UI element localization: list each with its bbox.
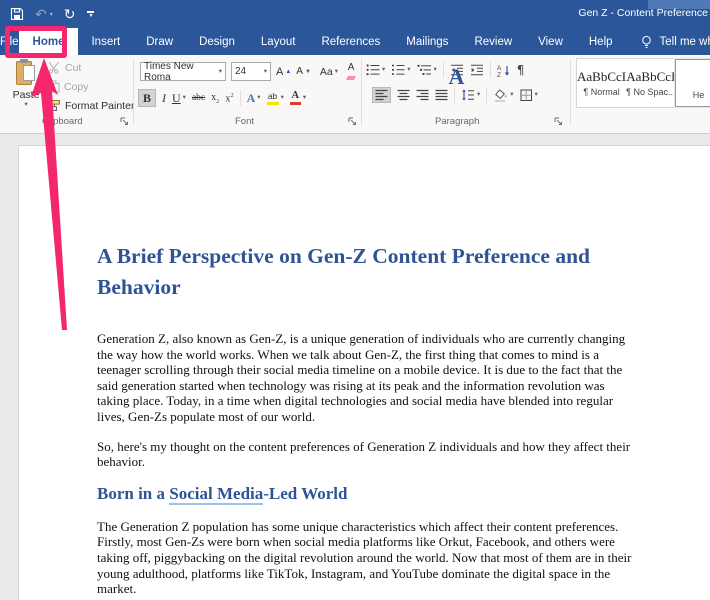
redo-icon[interactable]: ↻ — [64, 5, 76, 23]
shrink-font-button[interactable]: A▼ — [296, 66, 311, 77]
quick-access-toolbar: ↶ ▾ ↻ ▾ — [10, 4, 95, 24]
clipboard-dialog-launcher-icon[interactable] — [120, 117, 129, 126]
customize-qat-icon[interactable]: ▾ — [86, 11, 95, 18]
document-paragraph-2[interactable]: So, here's my thought on the content pre… — [97, 439, 632, 470]
tab-references[interactable]: References — [308, 28, 393, 55]
grow-font-button[interactable]: A▲ — [276, 66, 291, 78]
bold-button[interactable]: B — [138, 89, 156, 107]
document-text: A Brief Perspective on Gen-Z Content Pre… — [97, 241, 632, 597]
font-size-combobox[interactable]: 24 ▾ — [231, 62, 271, 81]
font-size-dropdown-icon[interactable]: ▾ — [264, 68, 267, 76]
document-heading-1[interactable]: A Brief Perspective on Gen-Z Content Pre… — [97, 241, 597, 303]
document-heading-2[interactable]: Born in a Social Media-Led World — [97, 483, 632, 504]
scissors-icon — [48, 61, 61, 74]
format-painter-button[interactable]: Format Painter — [48, 99, 134, 112]
shading-button[interactable]: ▾ — [493, 89, 513, 102]
multilevel-list-button[interactable]: ▾ — [417, 64, 437, 76]
underline-button[interactable]: U ▾ — [172, 91, 186, 106]
tab-design[interactable]: Design — [186, 28, 248, 55]
subscript-button[interactable]: x2 — [211, 92, 219, 105]
font-name-combobox[interactable]: Times New Roma ▾ — [140, 62, 226, 81]
strikethrough-button[interactable]: abc — [192, 93, 205, 103]
title-bar: ↶ ▾ ↻ ▾ Gen Z - Content Preference — [0, 0, 710, 28]
copy-label: Copy — [64, 81, 89, 93]
document-page[interactable]: A Brief Perspective on Gen-Z Content Pre… — [18, 145, 710, 600]
lightbulb-icon — [640, 35, 653, 49]
clear-formatting-button[interactable]: A — [347, 63, 355, 80]
styles-gallery: AaBbCcI ¶ Normal AaBbCcI ¶ No Spac... A … — [576, 58, 710, 108]
cut-button[interactable]: Cut — [48, 61, 81, 74]
line-spacing-button[interactable]: ▾ — [461, 89, 480, 101]
annotation-highlight-box — [5, 26, 67, 58]
paragraph-dialog-launcher-icon[interactable] — [554, 117, 563, 126]
tab-layout[interactable]: Layout — [248, 28, 309, 55]
cut-label: Cut — [65, 62, 81, 74]
paragraph-group-label: Paragraph — [435, 116, 479, 127]
document-paragraph-1[interactable]: Generation Z, also known as Gen-Z, is a … — [97, 331, 632, 425]
font-dialog-launcher-icon[interactable] — [348, 117, 357, 126]
numbering-button[interactable]: ▾ — [391, 64, 410, 76]
copy-icon — [48, 80, 60, 93]
copy-button[interactable]: Copy — [48, 80, 89, 93]
tell-me-text: Tell me what you want to d — [660, 36, 710, 48]
font-color-button[interactable]: A ▾ — [290, 91, 306, 106]
tab-review[interactable]: Review — [461, 28, 525, 55]
align-left-button[interactable] — [372, 87, 391, 103]
undo-icon[interactable]: ↶ — [35, 5, 47, 23]
document-paragraph-3[interactable]: The Generation Z population has some uni… — [97, 519, 632, 597]
ribbon: Paste ▾ Cut Copy Format Painter Clipboar — [0, 55, 710, 134]
font-name-value: Times New Roma — [144, 61, 219, 83]
paragraph-row-2: ▾ ▾ ▾ — [372, 87, 538, 103]
justify-button[interactable] — [435, 89, 448, 101]
undo-dropdown-icon[interactable]: ▾ — [50, 11, 53, 18]
paste-dropdown-icon[interactable]: ▾ — [24, 101, 27, 109]
ribbon-tabs: File Home Insert Draw Design Layout Refe… — [0, 28, 710, 55]
font-group-label: Font — [235, 116, 254, 127]
tab-draw[interactable]: Draw — [133, 28, 186, 55]
format-painter-label: Format Painter — [65, 100, 134, 112]
eraser-icon — [346, 76, 355, 80]
italic-button[interactable]: I — [162, 91, 166, 106]
format-painter-icon — [48, 99, 61, 112]
clipboard-group-label: Clipboard — [42, 116, 83, 127]
font-color-bar — [290, 102, 301, 106]
tab-help[interactable]: Help — [576, 28, 626, 55]
bullets-button[interactable]: ▾ — [366, 64, 385, 76]
tab-mailings[interactable]: Mailings — [393, 28, 461, 55]
tab-view[interactable]: View — [525, 28, 576, 55]
font-name-dropdown-icon[interactable]: ▾ — [219, 68, 222, 76]
font-size-value: 24 — [235, 66, 246, 77]
clipboard-icon — [16, 60, 36, 86]
paste-button[interactable]: Paste ▾ — [8, 60, 44, 116]
align-right-button[interactable] — [416, 89, 429, 101]
style-heading-1[interactable]: A He — [675, 59, 710, 107]
social-media-link[interactable]: Social Media — [169, 484, 263, 505]
undo-button[interactable]: ↶ ▾ — [35, 5, 53, 23]
change-case-button[interactable]: Aa ▾ — [320, 66, 338, 78]
paste-label: Paste — [13, 89, 40, 101]
align-center-button[interactable] — [397, 89, 410, 101]
underline-dropdown-icon: ▾ — [183, 94, 186, 102]
highlight-color-bar — [267, 102, 279, 106]
text-effects-button[interactable]: A ▾ — [247, 91, 261, 106]
font-row-2: B I U ▾ abc x2 x2 A ▾ ab ▾ A ▾ — [138, 88, 306, 108]
save-icon[interactable] — [10, 7, 24, 21]
document-area: A Brief Perspective on Gen-Z Content Pre… — [0, 134, 710, 600]
superscript-button[interactable]: x2 — [225, 92, 233, 104]
text-highlight-button[interactable]: ab ▾ — [267, 91, 284, 106]
document-title: Gen Z - Content Preference — [578, 7, 708, 19]
tab-insert[interactable]: Insert — [78, 28, 133, 55]
font-row-1: Times New Roma ▾ 24 ▾ A▲ A▼ Aa ▾ A — [140, 62, 355, 81]
tell-me-box[interactable]: Tell me what you want to d — [640, 28, 710, 55]
borders-button[interactable]: ▾ — [520, 89, 538, 102]
